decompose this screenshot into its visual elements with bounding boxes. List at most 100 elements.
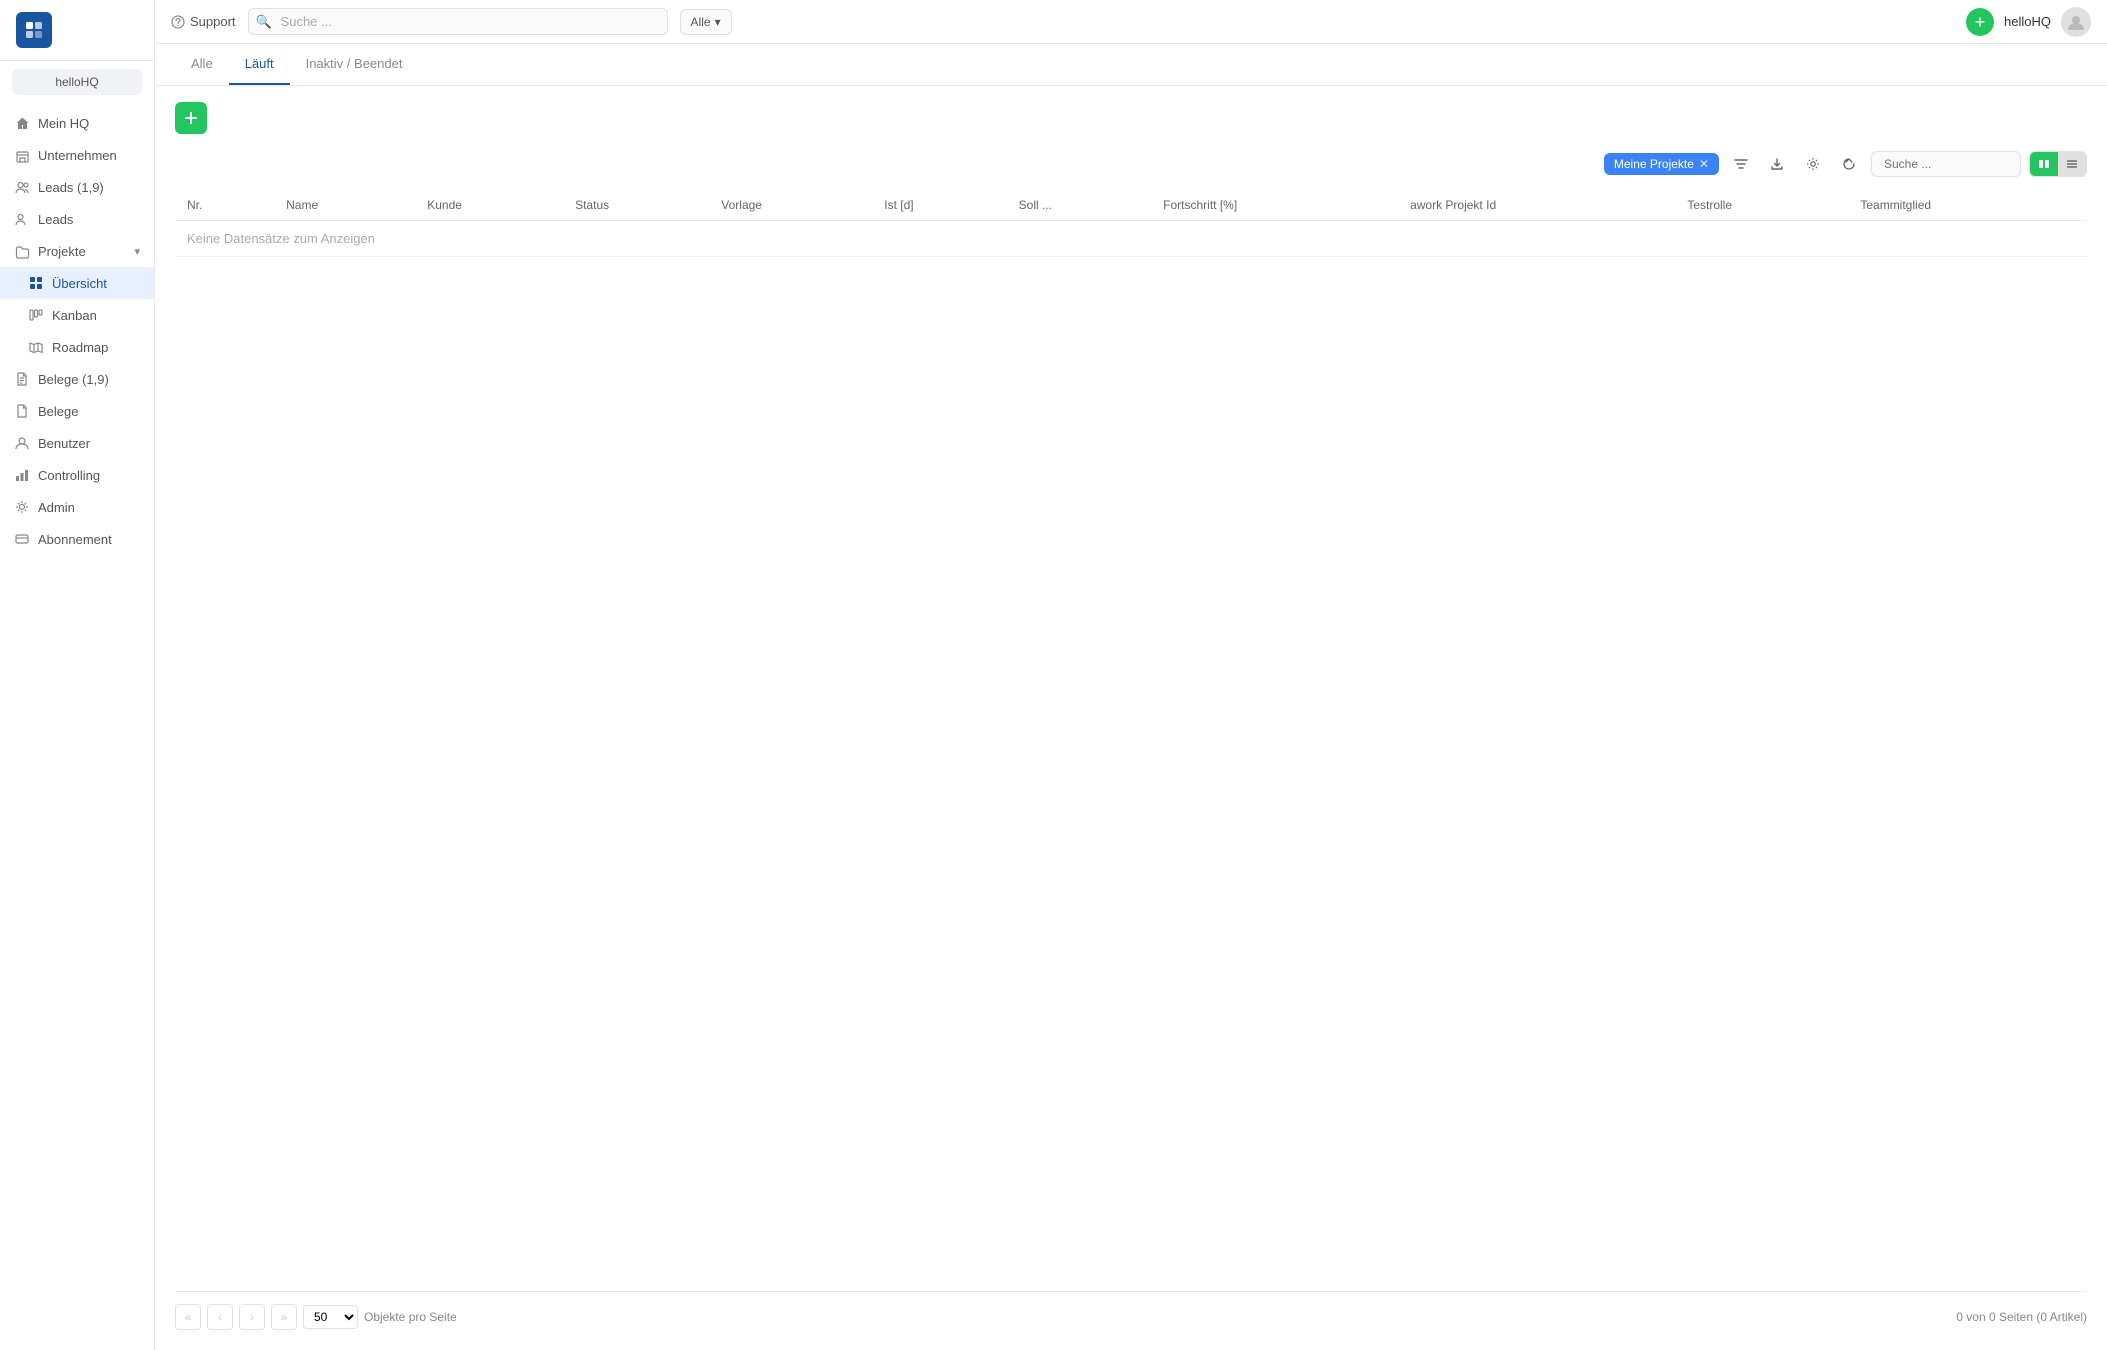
table-search (1871, 151, 2021, 177)
sidebar-item-label: Belege (1,9) (38, 372, 109, 387)
filter-chip-meine-projekte[interactable]: Meine Projekte ✕ (1604, 153, 1719, 175)
building-icon (14, 147, 30, 163)
sidebar-nav: Mein HQ Unternehmen Leads (1,9) Leads (0, 103, 154, 1350)
main-area: Support 🔍 Alle ▾ + helloHQ Alle (155, 0, 2107, 1350)
map-icon (28, 339, 44, 355)
chip-close-icon[interactable]: ✕ (1699, 157, 1709, 171)
person-icon (14, 435, 30, 451)
page-last-button[interactable]: » (271, 1304, 297, 1330)
table-empty-row: Keine Datensätze zum Anzeigen (175, 221, 2087, 257)
sidebar-item-projekte[interactable]: Projekte ▾ (0, 235, 154, 267)
pagination: « ‹ › » 10 25 50 100 Objekte pro Seite 0… (175, 1291, 2087, 1334)
sidebar-item-label: Roadmap (52, 340, 108, 355)
export-button[interactable] (1763, 150, 1791, 178)
sidebar-item-roadmap[interactable]: Roadmap (0, 331, 154, 363)
view-toggle (2029, 151, 2087, 177)
filter-bar: Meine Projekte ✕ (175, 150, 2087, 178)
sidebar-item-belege-badge[interactable]: Belege (1,9) (0, 363, 154, 395)
chevron-down-icon: ▾ (715, 15, 721, 29)
page-prev-button[interactable]: ‹ (207, 1304, 233, 1330)
sidebar-item-admin[interactable]: Admin (0, 491, 154, 523)
tabs-bar: Alle Läuft Inaktiv / Beendet (155, 44, 2107, 86)
users-icon (14, 179, 30, 195)
sidebar-item-controlling[interactable]: Controlling (0, 459, 154, 491)
sidebar-item-label: Unternehmen (38, 148, 117, 163)
col-fortschritt: Fortschritt [%] (1151, 190, 1398, 221)
col-soll: Soll ... (1007, 190, 1152, 221)
col-ist: Ist [d] (872, 190, 1006, 221)
support-link[interactable]: Support (171, 14, 236, 29)
refresh-button[interactable] (1835, 150, 1863, 178)
col-testrolle: Testrolle (1675, 190, 1848, 221)
per-page-label: Objekte pro Seite (364, 1310, 457, 1324)
sidebar-item-label: Leads (1,9) (38, 180, 104, 195)
support-icon (171, 15, 185, 29)
sidebar-item-unternehmen[interactable]: Unternehmen (0, 139, 154, 171)
page-first-button[interactable]: « (175, 1304, 201, 1330)
empty-message: Keine Datensätze zum Anzeigen (175, 221, 2087, 257)
filter-button[interactable] (1727, 150, 1755, 178)
sidebar-item-leads-badge[interactable]: Leads (1,9) (0, 171, 154, 203)
sidebar-item-label: Benutzer (38, 436, 90, 451)
folder-icon (14, 243, 30, 259)
sidebar-item-kanban[interactable]: Kanban (0, 299, 154, 331)
chip-label: Meine Projekte (1614, 157, 1694, 171)
top-header: Support 🔍 Alle ▾ + helloHQ (155, 0, 2107, 44)
chevron-down-icon: ▾ (134, 245, 140, 258)
credit-card-icon (14, 531, 30, 547)
chart-icon (14, 467, 30, 483)
users-icon (14, 211, 30, 227)
user-name: helloHQ (2004, 14, 2051, 29)
filter-label: Alle (691, 15, 711, 29)
sidebar-item-label: Mein HQ (38, 116, 89, 131)
sidebar-item-label: Admin (38, 500, 75, 515)
tab-inaktiv[interactable]: Inaktiv / Beendet (290, 44, 419, 85)
workspace-area: helloHQ (0, 61, 154, 103)
add-project-button[interactable] (175, 102, 207, 134)
sidebar-item-abonnement[interactable]: Abonnement (0, 523, 154, 555)
search-bar: 🔍 (248, 8, 668, 35)
grid-icon (28, 275, 44, 291)
col-status: Status (563, 190, 709, 221)
search-filter-dropdown[interactable]: Alle ▾ (680, 9, 732, 35)
sidebar-item-label: Projekte (38, 244, 86, 259)
col-nr: Nr. (175, 190, 274, 221)
avatar (2061, 7, 2091, 37)
sidebar-item-label: Abonnement (38, 532, 112, 547)
workspace-badge[interactable]: helloHQ (12, 69, 142, 95)
col-kunde: Kunde (415, 190, 563, 221)
search-icon: 🔍 (256, 14, 272, 30)
sidebar-item-ubersicht[interactable]: Übersicht (0, 267, 154, 299)
home-icon (14, 115, 30, 131)
pagination-info: 0 von 0 Seiten (0 Artikel) (1956, 1310, 2087, 1324)
settings-button[interactable] (1799, 150, 1827, 178)
sidebar-item-mein-hq[interactable]: Mein HQ (0, 107, 154, 139)
sidebar-logo-area (0, 0, 154, 61)
header-add-button[interactable]: + (1966, 8, 1994, 36)
sidebar-item-benutzer[interactable]: Benutzer (0, 427, 154, 459)
page-body: Meine Projekte ✕ (155, 86, 2107, 1350)
sidebar-item-label: Belege (38, 404, 78, 419)
table-search-input[interactable] (1871, 151, 2021, 177)
settings-icon (14, 499, 30, 515)
toolbar (175, 102, 2087, 134)
per-page-select[interactable]: 10 25 50 100 (303, 1305, 358, 1329)
col-teammitglied: Teammitglied (1848, 190, 2087, 221)
toggle-off-button[interactable] (2058, 152, 2086, 176)
search-input[interactable] (248, 8, 668, 35)
sidebar-item-label: Controlling (38, 468, 100, 483)
projects-table: Nr. Name Kunde Status Vorlage Ist [d] So… (175, 190, 2087, 257)
sidebar-item-leads[interactable]: Leads (0, 203, 154, 235)
page-next-button[interactable]: › (239, 1304, 265, 1330)
file-icon (14, 371, 30, 387)
file-icon (14, 403, 30, 419)
sidebar-item-belege[interactable]: Belege (0, 395, 154, 427)
columns-icon (28, 307, 44, 323)
sidebar-item-label: Kanban (52, 308, 97, 323)
tab-alle[interactable]: Alle (175, 44, 229, 85)
tab-lauft[interactable]: Läuft (229, 44, 290, 85)
col-awork: awork Projekt Id (1398, 190, 1675, 221)
content-area: Alle Läuft Inaktiv / Beendet Meine Proje… (155, 44, 2107, 1350)
toggle-on-button[interactable] (2030, 152, 2058, 176)
sidebar-item-label: Leads (38, 212, 73, 227)
